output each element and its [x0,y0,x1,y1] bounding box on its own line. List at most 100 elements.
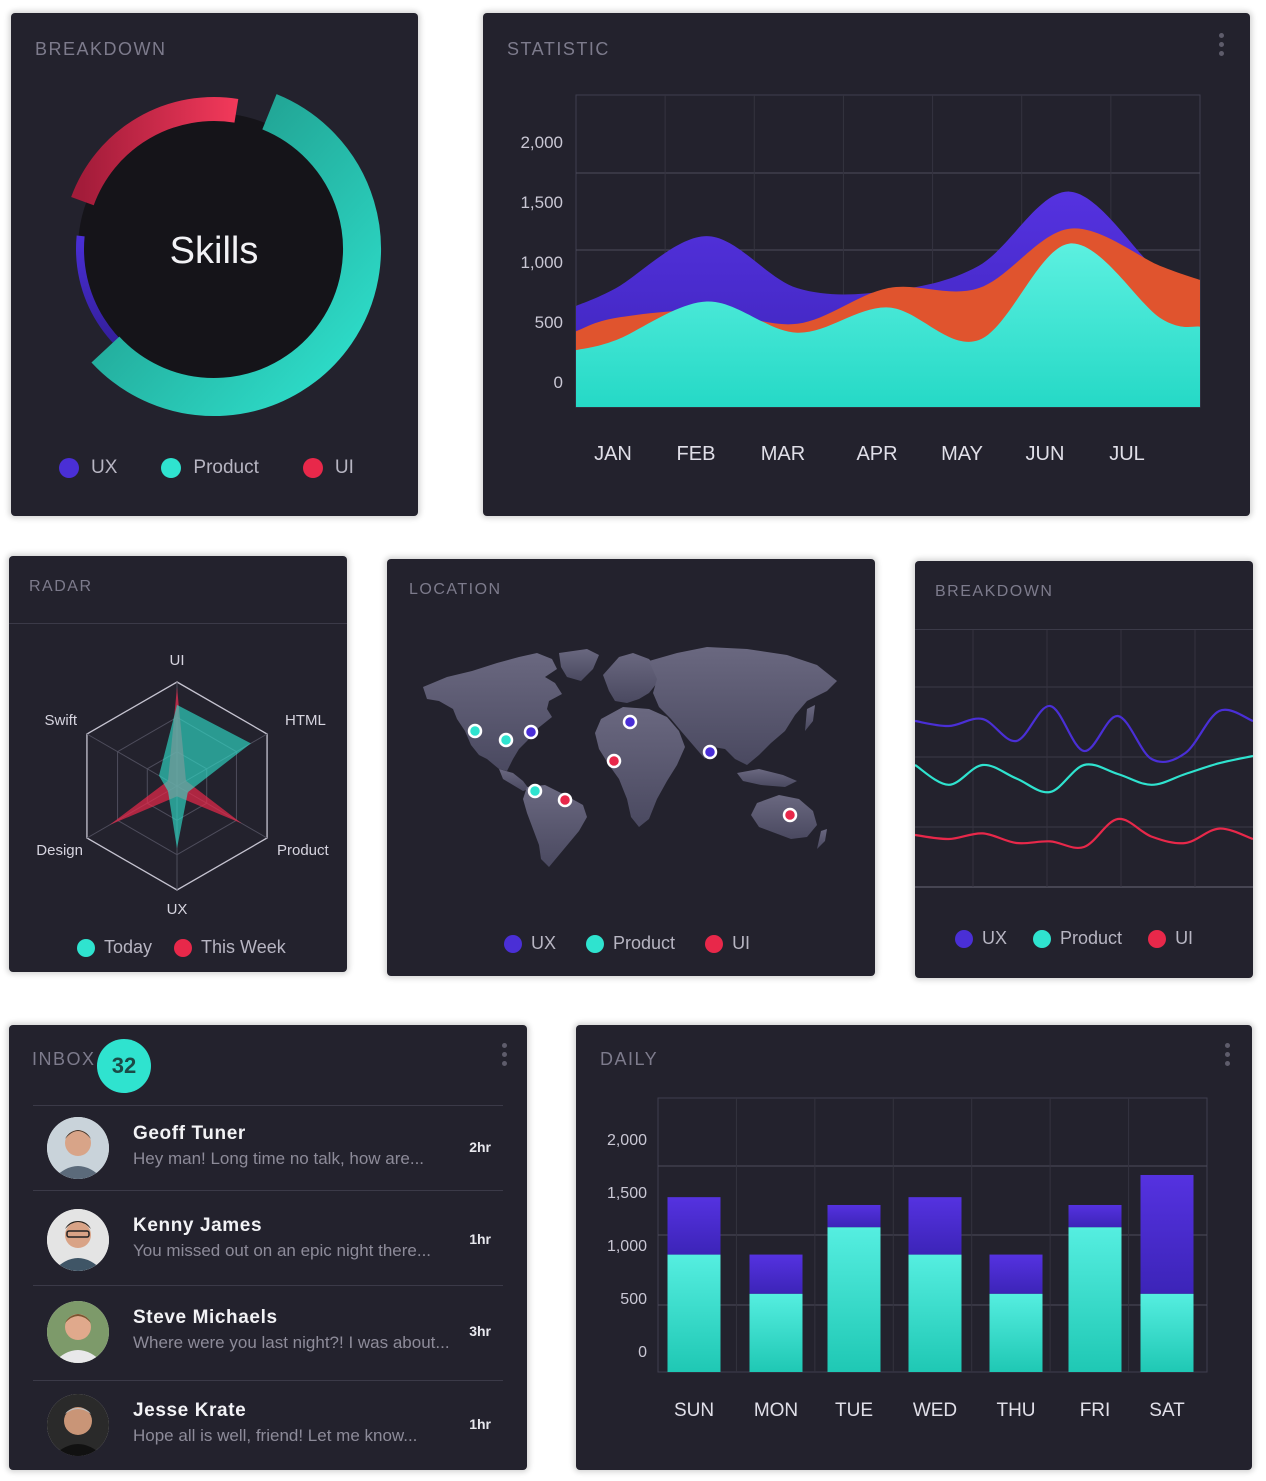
line-series-ux[interactable] [915,704,1253,764]
radar-axis-label: UX [167,901,188,918]
message-item[interactable]: Jesse Krate Hope all is well, friend! Le… [33,1380,503,1470]
bar-product-sun[interactable] [667,1254,721,1372]
legend-item-product[interactable]: Product [1033,928,1122,949]
message-preview: Hey man! Long time no talk, how are... [133,1149,425,1168]
legend-label: This Week [201,937,286,957]
legend-label: UX [91,457,118,478]
avatar [47,1209,109,1271]
marker-product[interactable] [527,783,543,799]
radar-chart: UI HTML Product UX Design Swift [36,652,330,918]
legend-dot [161,458,182,478]
y-tick-label: 1,000 [520,253,563,272]
legend-item-ux[interactable]: UX [955,928,1007,949]
continent-japan [805,705,815,731]
legend-label: UX [982,928,1008,948]
bar-ux-fri[interactable] [1068,1204,1122,1228]
y-tick-label: 0 [638,1344,647,1361]
person-icon [47,1301,109,1363]
x-tick-label: SAT [1149,1400,1185,1421]
legend-dot [1033,929,1052,948]
legend-dot [955,929,973,948]
legend-item-ui[interactable]: UI [705,933,750,954]
message-item[interactable]: Geoff Tuner Hey man! Long time no talk, … [33,1103,503,1193]
legend-label: Today [104,937,153,957]
skills-donut-chart: Skills [71,94,381,416]
bar-ux-tue[interactable] [827,1204,881,1228]
bar-ux-wed[interactable] [908,1197,962,1255]
legend-item-ui[interactable]: UI [302,457,354,479]
line-series-ui[interactable] [915,817,1253,849]
marker-ui[interactable] [782,807,798,823]
x-tick-label: APR [856,443,897,465]
continent-north-america [423,653,562,771]
marker-ux[interactable] [622,714,638,730]
bar-ux-mon[interactable] [749,1254,803,1294]
radar-axis-label: Swift [44,712,77,729]
bar-ux-sat[interactable] [1140,1174,1194,1294]
legend-item-ui[interactable]: UI [1148,928,1193,949]
avatar [47,1394,109,1456]
daily-bar-chart: 0 500 1,000 1,500 2,000 SUN MON TUE WED THU FRI SAT [607,1097,1208,1421]
x-tick-label: FRI [1080,1400,1111,1421]
legend-item-product[interactable]: Product [161,457,259,479]
breakdown-line-chart [915,630,1253,888]
divider [33,1190,503,1191]
line-series-product[interactable] [915,754,1253,794]
sender-name: Jesse Krate [133,1400,247,1421]
continent-europe [603,653,659,703]
location-legend: UX Product UI [504,933,750,954]
radar-series-today[interactable] [158,704,251,849]
legend-dot [504,934,522,953]
marker-ui[interactable] [557,792,573,808]
y-tick-label: 1,500 [607,1185,647,1202]
y-tick-label: 2,000 [520,133,563,152]
legend-item-today[interactable]: Today [77,937,152,958]
bar-product-mon[interactable] [749,1293,803,1372]
marker-ui[interactable] [606,753,622,769]
avatar [47,1301,109,1363]
legend-item-ux[interactable]: UX [504,933,556,954]
legend-dot [59,458,79,478]
skills-breakdown-card: BREAKDOWN Skills UX Product UI [11,13,418,516]
x-tick-label: TUE [835,1400,873,1421]
bar-product-wed[interactable] [908,1254,962,1372]
x-tick-label: WED [913,1400,957,1421]
message-time: 1hr [469,1416,491,1432]
x-tick-label: MON [754,1400,798,1421]
card-title: INBOX [32,1049,96,1069]
bar-ux-thu[interactable] [989,1254,1043,1294]
radar-axis-label: Product [277,842,330,859]
more-vertical-icon[interactable] [502,1043,508,1071]
message-item[interactable]: Kenny James You missed out on an epic ni… [33,1195,503,1285]
y-tick-label: 2,000 [607,1132,647,1149]
x-tick-label: THU [996,1400,1035,1421]
legend-label: UI [334,457,354,478]
marker-ux[interactable] [702,744,718,760]
radar-axis-label: Design [36,842,83,859]
message-preview: You missed out on an epic night there... [133,1241,432,1260]
bar-product-thu[interactable] [989,1293,1043,1372]
sender-name: Steve Michaels [133,1307,278,1328]
marker-ux[interactable] [523,724,539,740]
legend-label: Product [1060,928,1123,948]
bar-ux-sun[interactable] [667,1197,721,1255]
marker-product[interactable] [498,732,514,748]
legend-label: UI [1175,928,1194,948]
bar-product-sat[interactable] [1140,1293,1194,1372]
legend-item-this-week[interactable]: This Week [174,937,286,958]
marker-product[interactable] [467,723,483,739]
legend-label: Product [613,933,676,953]
continent-africa [595,707,685,827]
legend-label: UX [531,933,557,953]
bar-product-tue[interactable] [827,1227,881,1372]
legend-item-product[interactable]: Product [586,933,675,954]
bar-product-fri[interactable] [1068,1227,1122,1372]
daily-card: DAILY 0 500 1,000 1,500 2,000 SUN MON TUE WED THU… [576,1025,1252,1470]
message-item[interactable]: Steve Michaels Where were you last night… [33,1287,503,1377]
legend-item-ux[interactable]: UX [59,457,117,479]
breakdown-lines-card: BREAKDOWN UX Product UI [915,561,1253,978]
y-tick-label: 0 [554,373,563,392]
person-icon [47,1117,109,1179]
radar-axis-label: UI [170,652,185,669]
skills-legend: UX Product UI [59,457,354,479]
